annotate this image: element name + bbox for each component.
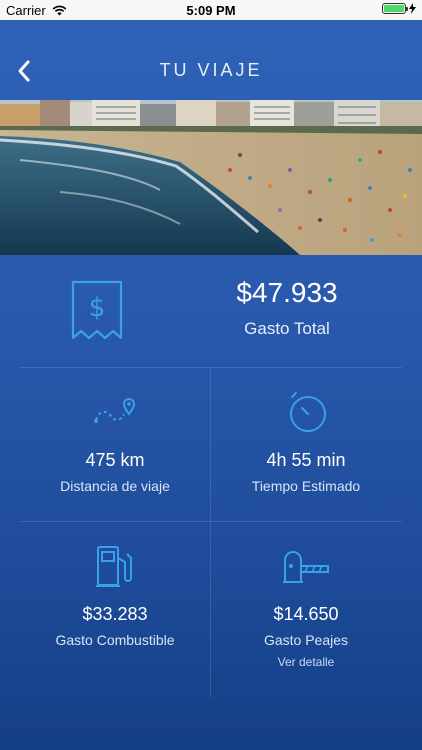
stat-value: $14.650	[273, 604, 339, 624]
status-bar-right	[382, 3, 416, 14]
stat-time: 4h 55 min Tiempo Estimado	[201, 368, 411, 521]
receipt-dollar-icon: $	[71, 280, 123, 340]
ver-detalle-link[interactable]: Ver detalle	[201, 655, 411, 669]
route-pin-icon	[94, 398, 136, 423]
total-label: Gasto Total	[244, 319, 330, 338]
total-amount: $47.933	[236, 277, 338, 308]
stat-label: Tiempo Estimado	[251, 478, 361, 494]
charging-bolt-icon	[409, 3, 416, 14]
page-title: TU VIAJE	[159, 60, 263, 80]
status-bar: Carrier 5:09 PM	[0, 0, 422, 20]
beach-scene	[0, 100, 422, 255]
toll-barrier-icon	[283, 551, 329, 583]
svg-text:$: $	[89, 293, 106, 323]
stopwatch-icon	[290, 392, 326, 432]
stat-distance: 475 km Distancia de viaje	[10, 368, 220, 521]
stat-tolls: $14.650 Gasto Peajes Ver detalle	[201, 522, 411, 698]
stat-fuel: $33.283 Gasto Combustible	[10, 522, 220, 698]
destination-image	[0, 100, 422, 255]
battery-icon	[382, 3, 408, 14]
stat-value: 475 km	[85, 450, 145, 470]
stat-value: 4h 55 min	[266, 450, 346, 470]
stat-value: $33.283	[82, 604, 148, 624]
fuel-pump-icon	[96, 546, 132, 587]
stat-label: Distancia de viaje	[60, 478, 170, 494]
stat-label: Gasto Peajes	[263, 632, 349, 648]
nav-header: TU VIAJE	[0, 20, 422, 100]
status-time: 5:09 PM	[186, 3, 236, 18]
stat-label: Gasto Combustible	[55, 632, 175, 648]
